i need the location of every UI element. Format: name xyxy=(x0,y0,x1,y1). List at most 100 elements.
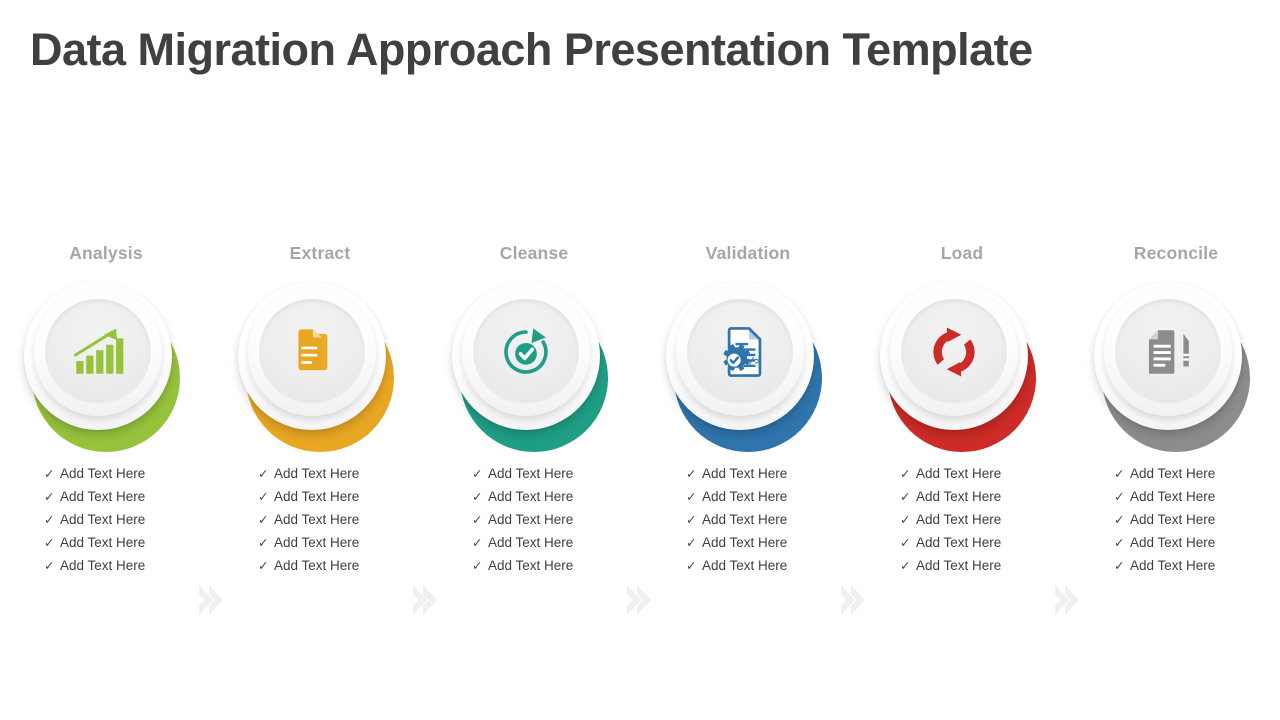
list-item-text: Add Text Here xyxy=(274,489,360,504)
check-icon: ✓ xyxy=(900,559,911,573)
list-item-text: Add Text Here xyxy=(60,466,146,481)
list-item[interactable]: ✓ Add Text Here xyxy=(641,508,855,531)
list-item-text: Add Text Here xyxy=(1130,558,1216,573)
list-item[interactable]: ✓ Add Text Here xyxy=(1069,554,1280,577)
list-item-text: Add Text Here xyxy=(274,558,360,573)
list-item-text: Add Text Here xyxy=(1130,466,1216,481)
stacked-documents-icon xyxy=(283,323,341,381)
list-item-text: Add Text Here xyxy=(488,466,574,481)
check-icon: ✓ xyxy=(472,559,483,573)
check-icon: ✓ xyxy=(258,513,269,527)
list-item-text: Add Text Here xyxy=(60,558,146,573)
check-icon: ✓ xyxy=(686,467,697,481)
list-item[interactable]: ✓ Add Text Here xyxy=(641,531,855,554)
chevron-right-icon xyxy=(840,585,866,615)
list-item[interactable]: ✓ Add Text Here xyxy=(0,531,213,554)
step-label: Cleanse xyxy=(499,243,569,263)
list-item[interactable]: ✓ Add Text Here xyxy=(1069,462,1280,485)
process-step-load[interactable]: Load ✓ Add Text Here ✓ Add Text Here ✓ Add Tex… xyxy=(855,240,1069,590)
list-item[interactable]: ✓ Add Text Here xyxy=(427,462,641,485)
list-item-text: Add Text Here xyxy=(702,558,788,573)
check-icon: ✓ xyxy=(900,513,911,527)
list-item[interactable]: ✓ Add Text Here xyxy=(213,508,427,531)
step-label: Analysis xyxy=(69,243,143,263)
list-item[interactable]: ✓ Add Text Here xyxy=(213,554,427,577)
step-badge[interactable] xyxy=(1094,282,1258,452)
chevron-right-icon xyxy=(626,585,652,615)
badge-face xyxy=(1115,299,1221,405)
badge-face xyxy=(473,299,579,405)
check-icon: ✓ xyxy=(1114,467,1125,481)
list-item-text: Add Text Here xyxy=(702,489,788,504)
process-step-validation[interactable]: Validation </> ✓ Add Text Here ✓ Add Text Her… xyxy=(641,240,855,590)
check-icon: ✓ xyxy=(1114,536,1125,550)
process-step-analysis[interactable]: Analysis ✓ Add Text Here ✓ Add Text Here ✓ Add… xyxy=(0,240,213,590)
check-icon: ✓ xyxy=(44,490,55,504)
list-item-text: Add Text Here xyxy=(916,512,1002,527)
list-item[interactable]: ✓ Add Text Here xyxy=(427,485,641,508)
check-icon: ✓ xyxy=(258,559,269,573)
check-icon: ✓ xyxy=(44,536,55,550)
check-icon: ✓ xyxy=(258,490,269,504)
list-item-text: Add Text Here xyxy=(274,466,360,481)
step-label: Extract xyxy=(289,243,351,263)
list-item[interactable]: ✓ Add Text Here xyxy=(427,508,641,531)
list-item-text: Add Text Here xyxy=(702,535,788,550)
list-item[interactable]: ✓ Add Text Here xyxy=(855,531,1069,554)
list-item-text: Add Text Here xyxy=(702,466,788,481)
list-item[interactable]: ✓ Add Text Here xyxy=(855,462,1069,485)
step-badge[interactable] xyxy=(238,282,402,452)
list-item[interactable]: ✓ Add Text Here xyxy=(641,485,855,508)
list-item[interactable]: ✓ Add Text Here xyxy=(0,508,213,531)
list-item[interactable]: ✓ Add Text Here xyxy=(427,531,641,554)
list-item[interactable]: ✓ Add Text Here xyxy=(1069,508,1280,531)
step-badge[interactable] xyxy=(452,282,616,452)
list-item-text: Add Text Here xyxy=(60,535,146,550)
list-item-text: Add Text Here xyxy=(916,466,1002,481)
list-item[interactable]: ✓ Add Text Here xyxy=(213,531,427,554)
check-icon: ✓ xyxy=(44,513,55,527)
svg-text:</>: </> xyxy=(743,357,761,368)
chevron-right-icon xyxy=(1054,585,1080,615)
list-item[interactable]: ✓ Add Text Here xyxy=(0,485,213,508)
list-item[interactable]: ✓ Add Text Here xyxy=(213,462,427,485)
list-item[interactable]: ✓ Add Text Here xyxy=(641,554,855,577)
list-item-text: Add Text Here xyxy=(1130,535,1216,550)
step-bullet-list: ✓ Add Text Here ✓ Add Text Here ✓ Add Text He… xyxy=(427,462,641,577)
check-icon: ✓ xyxy=(1114,559,1125,573)
step-label: Reconcile xyxy=(1133,243,1219,263)
bar-chart-growth-icon xyxy=(69,323,127,381)
list-item[interactable]: ✓ Add Text Here xyxy=(641,462,855,485)
badge-face: </> xyxy=(687,299,793,405)
list-item-text: Add Text Here xyxy=(702,512,788,527)
list-item[interactable]: ✓ Add Text Here xyxy=(1069,485,1280,508)
step-label: Load xyxy=(940,243,984,263)
check-icon: ✓ xyxy=(1114,513,1125,527)
list-item-text: Add Text Here xyxy=(488,558,574,573)
list-item[interactable]: ✓ Add Text Here xyxy=(855,508,1069,531)
process-step-cleanse[interactable]: Cleanse ✓ Add Text Here ✓ Add Text Here ✓ Add … xyxy=(427,240,641,590)
check-icon: ✓ xyxy=(900,490,911,504)
list-item[interactable]: ✓ Add Text Here xyxy=(1069,531,1280,554)
step-badge[interactable] xyxy=(24,282,188,452)
list-item-text: Add Text Here xyxy=(488,489,574,504)
list-item[interactable]: ✓ Add Text Here xyxy=(213,485,427,508)
list-item[interactable]: ✓ Add Text Here xyxy=(0,462,213,485)
check-icon: ✓ xyxy=(686,536,697,550)
process-step-extract[interactable]: Extract ✓ Add Text Here ✓ Add Text Here ✓ Add … xyxy=(213,240,427,590)
check-icon: ✓ xyxy=(1114,490,1125,504)
check-icon: ✓ xyxy=(472,536,483,550)
step-badge[interactable]: </> xyxy=(666,282,830,452)
step-badge[interactable] xyxy=(880,282,1044,452)
check-icon: ✓ xyxy=(686,513,697,527)
list-item[interactable]: ✓ Add Text Here xyxy=(855,554,1069,577)
check-icon: ✓ xyxy=(44,467,55,481)
step-bullet-list: ✓ Add Text Here ✓ Add Text Here ✓ Add Text He… xyxy=(0,462,213,577)
list-item-text: Add Text Here xyxy=(916,535,1002,550)
list-item[interactable]: ✓ Add Text Here xyxy=(427,554,641,577)
document-gear-code-icon: </> xyxy=(711,323,769,381)
check-icon: ✓ xyxy=(44,559,55,573)
process-step-reconcile[interactable]: Reconcile ✓ Add Text Here ✓ Add Text Here ✓ Ad… xyxy=(1069,240,1280,590)
list-item[interactable]: ✓ Add Text Here xyxy=(0,554,213,577)
list-item[interactable]: ✓ Add Text Here xyxy=(855,485,1069,508)
